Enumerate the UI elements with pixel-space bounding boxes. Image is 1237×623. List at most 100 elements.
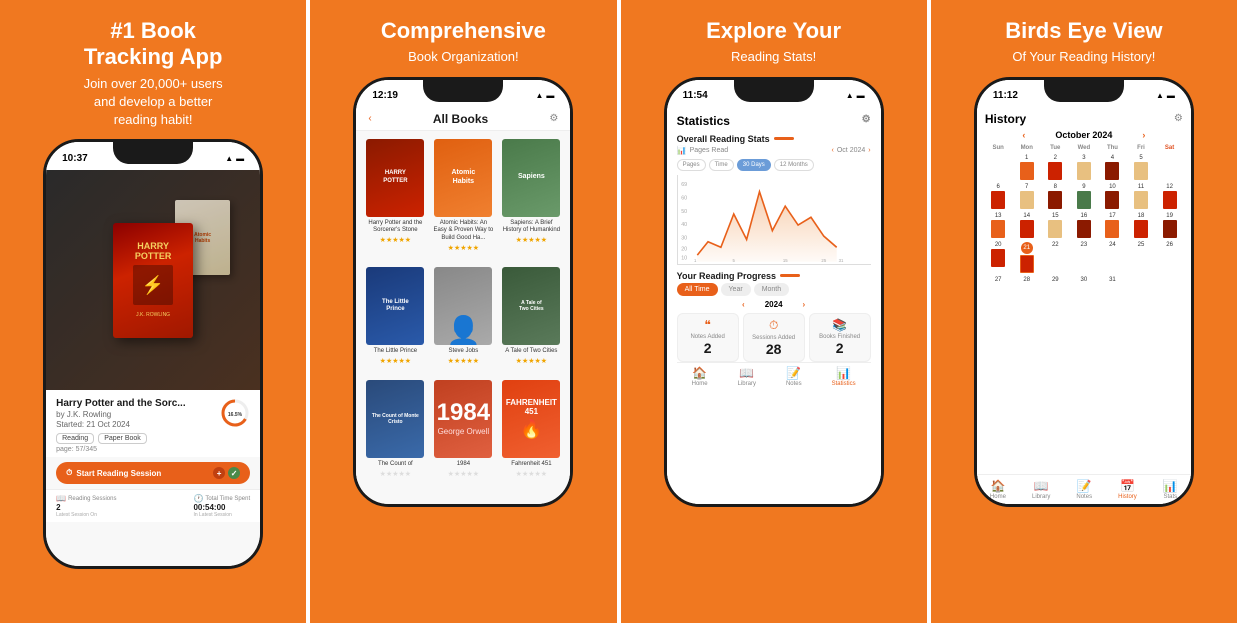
book-small-title: Atomic Habits — [192, 230, 213, 246]
book-cell-8[interactable]: 1984 George Orwell 1984 ★★★★★ — [432, 380, 494, 487]
cal-day-24[interactable]: 24 — [1099, 241, 1126, 274]
cal-day-13[interactable]: 13 — [985, 212, 1012, 239]
cal-day-7[interactable]: 7 — [1013, 183, 1040, 210]
next-month-button[interactable]: › — [868, 147, 870, 154]
cal-day-23[interactable]: 23 — [1071, 241, 1098, 274]
cal-day-19[interactable]: 19 — [1156, 212, 1183, 239]
cal-day-15[interactable]: 15 — [1042, 212, 1069, 239]
battery-icon-4: ▬ — [1167, 91, 1175, 100]
cal-day-18[interactable]: 18 — [1128, 212, 1155, 239]
tag-format[interactable]: Paper Book — [98, 433, 147, 444]
settings-icon[interactable]: ⚙ — [549, 113, 558, 124]
book-cell-4[interactable]: The Little Prince The Little Prince ★★★★… — [364, 267, 426, 374]
prev-year-button[interactable]: ‹ — [742, 300, 745, 309]
start-session-button[interactable]: ⏱ Start Reading Session + ✓ — [56, 462, 250, 484]
wifi-icon-2: ▲ — [535, 91, 543, 100]
book-thumb-title-1: HARRY POTTER — [381, 168, 409, 186]
cal-day-16[interactable]: 16 — [1071, 212, 1098, 239]
stats-bottom-nav: 🏠Home 📖Library 📝Notes 📊Statistics — [677, 362, 871, 390]
tab-30days[interactable]: 30 Days — [737, 159, 771, 171]
cal-day-10[interactable]: 10 — [1099, 183, 1126, 210]
cal-book-7 — [1020, 191, 1034, 209]
book-cell-name-8: 1984 — [457, 461, 470, 469]
tab-time[interactable]: Time — [709, 159, 734, 171]
cal-day-11[interactable]: 11 — [1128, 183, 1155, 210]
home-icon-4: 🏠 — [990, 479, 1005, 493]
lightning-icon: ⚡ — [142, 275, 164, 296]
book-cell-name-9: Fahrenheit 451 — [511, 461, 551, 469]
book-cell-9[interactable]: FAHRENHEIT 451 🔥 Fahrenheit 451 ★★★★★ — [500, 380, 562, 487]
cal-day-20[interactable]: 20 — [985, 241, 1012, 274]
cal-day-25[interactable]: 25 — [1128, 241, 1155, 274]
history-content: History ⚙ ‹ October 2024 › Sun Mon Tue W… — [977, 108, 1191, 504]
book-cover-harry: HARRY POTTER ⚡ J.K. ROWLING — [113, 223, 193, 338]
settings-icon-4[interactable]: ⚙ — [1174, 113, 1183, 124]
book-cell-1[interactable]: HARRY POTTER Harry Potter and the Sorcer… — [364, 139, 426, 261]
svg-text:15: 15 — [782, 257, 787, 262]
book-thumb-8: 1984 George Orwell — [434, 380, 492, 458]
tab-alltime[interactable]: All Time — [677, 283, 718, 296]
cal-day-3[interactable]: 3 — [1071, 154, 1098, 181]
cal-day-17[interactable]: 17 — [1099, 212, 1126, 239]
tab-12months[interactable]: 12 Months — [774, 159, 814, 171]
cal-day-1[interactable]: 1 — [1013, 154, 1040, 181]
panel3-title: Explore Your — [706, 18, 841, 44]
panel3-subtitle: Reading Stats! — [731, 48, 816, 66]
chart-area: 69 60 50 40 30 20 10 1 5 15 — [677, 175, 871, 265]
svg-text:10: 10 — [681, 255, 687, 261]
nav-library-3[interactable]: 📖Library — [738, 366, 756, 387]
cal-day-29[interactable]: 29 — [1042, 276, 1069, 284]
next-year-button[interactable]: › — [803, 300, 806, 309]
nav-stats-3[interactable]: 📊Statistics — [832, 366, 856, 387]
cal-book-15 — [1048, 220, 1062, 238]
nav-home-3[interactable]: 🏠Home — [692, 366, 708, 387]
cal-day-26[interactable]: 26 — [1156, 241, 1183, 274]
cal-day-22[interactable]: 22 — [1042, 241, 1069, 274]
notes-stat-box: ❝ Notes Added 2 — [677, 313, 739, 362]
cal-day-6[interactable]: 6 — [985, 183, 1012, 210]
cal-day-27[interactable]: 27 — [985, 276, 1012, 284]
nav-stats-4[interactable]: 📊 Stats — [1163, 479, 1178, 500]
book-thumb-4: The Little Prince — [366, 267, 424, 345]
cal-day-2[interactable]: 2 — [1042, 154, 1069, 181]
time-3: 11:54 — [683, 90, 708, 101]
nav-history-4[interactable]: 📅 History — [1118, 479, 1137, 500]
prev-month-cal-button[interactable]: ‹ — [1022, 130, 1025, 140]
plus-icon[interactable]: + — [213, 467, 225, 479]
cal-day-21[interactable]: 21 — [1013, 241, 1040, 274]
prev-month-button[interactable]: ‹ — [832, 147, 834, 154]
nav-notes-4[interactable]: 📝 Notes — [1076, 479, 1092, 500]
sessions-label: Reading Sessions — [68, 496, 116, 502]
book-cell-2[interactable]: Atomic Habits Atomic Habits: An Easy & P… — [432, 139, 494, 261]
tag-reading[interactable]: Reading — [56, 433, 94, 444]
cal-day-4[interactable]: 4 — [1099, 154, 1126, 181]
cal-day-5[interactable]: 5 — [1128, 154, 1155, 181]
books-header: ‹ All Books ⚙ — [356, 108, 570, 131]
check-icon[interactable]: ✓ — [228, 467, 240, 479]
book-cell-5[interactable]: 👤 Steve Jobs ★★★★★ — [432, 267, 494, 374]
cal-day-31[interactable]: 31 — [1099, 276, 1126, 284]
cal-day-9[interactable]: 9 — [1071, 183, 1098, 210]
book-cell-6[interactable]: A Tale of Two Cities A Tale of Two Citie… — [500, 267, 562, 374]
back-button[interactable]: ‹ — [368, 113, 371, 124]
cal-day-30[interactable]: 30 — [1071, 276, 1098, 284]
nav-notes-label-3: Notes — [786, 381, 802, 387]
settings-icon-3[interactable]: ⚙ — [862, 114, 871, 128]
nav-library-4[interactable]: 📖 Library — [1032, 479, 1050, 500]
book-cell-3[interactable]: Sapiens Sapiens: A Brief History of Huma… — [500, 139, 562, 261]
cal-day-14[interactable]: 14 — [1013, 212, 1040, 239]
book-cell-7[interactable]: The Count of Monte Cristo The Count of ★… — [364, 380, 426, 487]
next-month-cal-button[interactable]: › — [1142, 130, 1145, 140]
cal-day-12[interactable]: 12 — [1156, 183, 1183, 210]
1984-number: 1984 — [437, 401, 490, 425]
cal-day-28[interactable]: 28 — [1013, 276, 1040, 284]
book-thumb-title-2: Atomic Habits — [450, 167, 478, 188]
nav-notes-3[interactable]: 📝Notes — [786, 366, 802, 387]
tab-pages[interactable]: Pages — [677, 159, 706, 171]
book-cell-name-4: The Little Prince — [374, 348, 417, 356]
tab-month[interactable]: Month — [754, 283, 789, 296]
stats-label-4: Stats — [1164, 494, 1178, 500]
tab-year[interactable]: Year — [721, 283, 751, 296]
nav-home-4[interactable]: 🏠 Home — [990, 479, 1006, 500]
cal-day-8[interactable]: 8 — [1042, 183, 1069, 210]
